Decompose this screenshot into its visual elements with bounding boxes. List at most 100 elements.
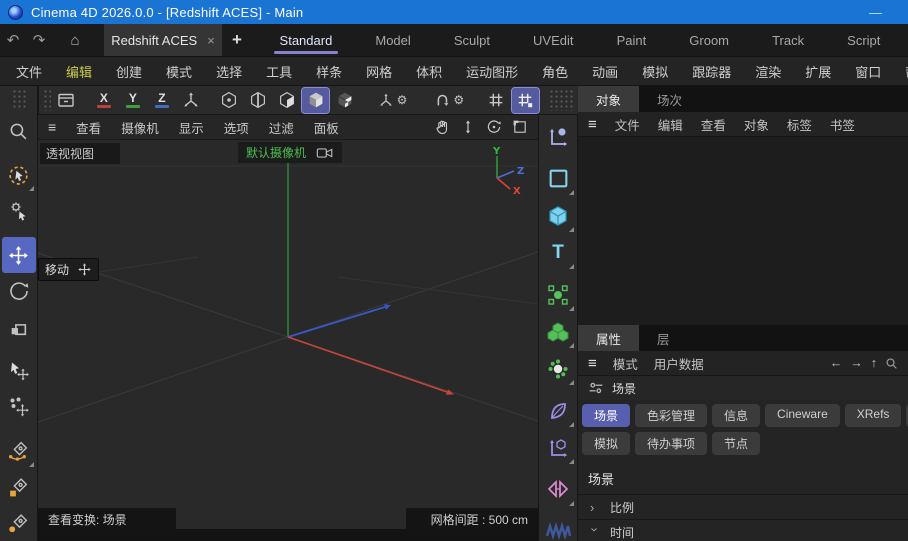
layout-tab-standard[interactable]: Standard bbox=[270, 24, 343, 56]
am-menu-userdata[interactable]: 用户数据 bbox=[654, 354, 704, 373]
menu-extensions[interactable]: 扩展 bbox=[805, 62, 831, 81]
close-icon[interactable]: × bbox=[207, 33, 215, 48]
tab-objects[interactable]: 对象 bbox=[578, 86, 639, 112]
layout-tab-track[interactable]: Track bbox=[762, 24, 814, 56]
world-axis-button[interactable] bbox=[177, 88, 204, 113]
menu-mesh[interactable]: 网格 bbox=[366, 62, 392, 81]
document-tab[interactable]: Redshift ACES × bbox=[104, 24, 222, 56]
layout-tab-paint[interactable]: Paint bbox=[607, 24, 657, 56]
chevron-down-icon[interactable]: › bbox=[588, 527, 603, 537]
pill-scene[interactable]: 场景 bbox=[582, 404, 630, 427]
camera-chip[interactable]: 默认摄像机 bbox=[238, 142, 342, 163]
om-menu-view[interactable]: 查看 bbox=[701, 115, 726, 134]
viewport-menu-filter[interactable]: 过滤 bbox=[269, 118, 294, 137]
om-menu-bookmarks[interactable]: 书签 bbox=[830, 115, 855, 134]
dolly-icon[interactable] bbox=[460, 119, 476, 135]
viewport-menu-panel[interactable]: 面板 bbox=[314, 118, 339, 137]
rotate-tool-button[interactable] bbox=[2, 273, 36, 309]
pan-hand-icon[interactable] bbox=[434, 119, 450, 135]
toolbar-grip[interactable] bbox=[549, 89, 574, 111]
pill-color-management[interactable]: 色彩管理 bbox=[635, 404, 707, 427]
fields-group-button[interactable] bbox=[540, 350, 576, 387]
camera-name-label[interactable]: 默认摄像机 bbox=[246, 144, 306, 161]
spline-group-button[interactable] bbox=[540, 160, 576, 197]
forward-arrow-icon[interactable]: → bbox=[850, 356, 863, 370]
lock-x-axis-button[interactable]: X bbox=[90, 88, 117, 113]
layout-tab-script[interactable]: Script bbox=[837, 24, 890, 56]
viewport-menu-options[interactable]: 选项 bbox=[224, 118, 249, 137]
deformer-group-button[interactable] bbox=[540, 392, 576, 429]
viewport-canvas[interactable]: 透视视图 默认摄像机 Y Z X 移动 bbox=[38, 140, 538, 508]
chevron-right-icon[interactable]: › bbox=[590, 500, 600, 515]
hamburger-icon[interactable]: ≡ bbox=[48, 119, 56, 135]
enable-axis-button[interactable]: ⚙ bbox=[369, 88, 415, 113]
spline-pen-point-tool-button[interactable] bbox=[2, 505, 36, 541]
layout-tab-groom[interactable]: Groom bbox=[679, 24, 739, 56]
undo-button[interactable]: ↶ bbox=[0, 24, 26, 56]
gear-icon[interactable]: ⚙ bbox=[453, 93, 464, 107]
pill-todo[interactable]: 待办事项 bbox=[635, 432, 707, 455]
grid-toggle-button[interactable] bbox=[483, 88, 510, 113]
layout-tab-sculpt[interactable]: Sculpt bbox=[444, 24, 500, 56]
project-box-button[interactable] bbox=[53, 88, 80, 113]
viewport-menu-view[interactable]: 查看 bbox=[76, 118, 101, 137]
menu-window[interactable]: 窗口 bbox=[855, 62, 881, 81]
coordinates-group-button[interactable] bbox=[540, 118, 576, 155]
group-time[interactable]: › 时间 bbox=[578, 520, 908, 541]
tab-attributes[interactable]: 属性 bbox=[578, 325, 639, 351]
lock-z-axis-button[interactable]: Z bbox=[148, 88, 175, 113]
view-name-label[interactable]: 透视视图 bbox=[40, 143, 120, 164]
viewport-menu-cameras[interactable]: 摄像机 bbox=[121, 118, 159, 137]
snap-toggle-button[interactable] bbox=[512, 88, 539, 113]
object-list[interactable] bbox=[578, 137, 908, 325]
menu-create[interactable]: 创建 bbox=[116, 62, 142, 81]
model-mode-button[interactable] bbox=[302, 88, 329, 113]
tab-takes[interactable]: 场次 bbox=[639, 86, 700, 112]
camera-icon[interactable] bbox=[316, 146, 334, 160]
primitive-cube-group-button[interactable] bbox=[540, 197, 576, 234]
menu-character[interactable]: 角色 bbox=[542, 62, 568, 81]
pill-cineware[interactable]: Cineware bbox=[765, 404, 840, 427]
menu-mode[interactable]: 模式 bbox=[166, 62, 192, 81]
live-selection-tool-button[interactable] bbox=[2, 157, 36, 193]
layout-tab-uvedit[interactable]: UVEdit bbox=[523, 24, 583, 56]
symmetry-group-button[interactable] bbox=[540, 471, 576, 508]
maximize-view-icon[interactable] bbox=[512, 119, 528, 135]
home-icon[interactable]: ⌂ bbox=[60, 24, 90, 56]
palette-grip[interactable] bbox=[12, 89, 26, 110]
lock-y-axis-button[interactable]: Y bbox=[119, 88, 146, 113]
menu-select[interactable]: 选择 bbox=[216, 62, 242, 81]
cloner-group-button[interactable] bbox=[540, 276, 576, 313]
selected-object-row[interactable]: 场景 bbox=[578, 376, 908, 400]
text-object-group-button[interactable]: T bbox=[540, 234, 576, 271]
toothed-group-button[interactable] bbox=[540, 513, 576, 541]
menu-tools[interactable]: 工具 bbox=[266, 62, 292, 81]
om-menu-file[interactable]: 文件 bbox=[615, 115, 640, 134]
viewport-panel[interactable]: ≡ 查看 摄像机 显示 选项 过滤 面板 bbox=[38, 115, 538, 530]
scale-tool-button[interactable] bbox=[2, 309, 36, 345]
texture-mode-button[interactable] bbox=[331, 88, 358, 113]
group-scale[interactable]: › 比例 bbox=[578, 495, 908, 520]
hamburger-icon[interactable]: ≡ bbox=[588, 116, 597, 133]
up-arrow-icon[interactable]: ↑ bbox=[871, 356, 877, 370]
tweak-tool-button[interactable] bbox=[2, 193, 36, 229]
menu-edit[interactable]: 编辑 bbox=[66, 62, 92, 81]
menu-simulate[interactable]: 模拟 bbox=[642, 62, 668, 81]
om-menu-tags[interactable]: 标签 bbox=[787, 115, 812, 134]
points-mode-button[interactable] bbox=[215, 88, 242, 113]
menu-spline[interactable]: 样条 bbox=[316, 62, 342, 81]
back-arrow-icon[interactable]: ← bbox=[830, 356, 843, 370]
add-document-button[interactable]: + bbox=[222, 24, 252, 56]
edges-mode-button[interactable] bbox=[244, 88, 271, 113]
om-menu-edit[interactable]: 编辑 bbox=[658, 115, 683, 134]
toolbar-grip[interactable] bbox=[43, 89, 51, 111]
spline-smooth-tool-button[interactable] bbox=[2, 433, 36, 469]
orbit-icon[interactable] bbox=[486, 119, 502, 135]
om-menu-objects[interactable]: 对象 bbox=[744, 115, 769, 134]
menu-mograph[interactable]: 运动图形 bbox=[466, 62, 518, 81]
am-menu-mode[interactable]: 模式 bbox=[613, 354, 638, 373]
menu-volume[interactable]: 体积 bbox=[416, 62, 442, 81]
hamburger-icon[interactable]: ≡ bbox=[588, 355, 597, 372]
pill-simulation[interactable]: 模拟 bbox=[582, 432, 630, 455]
point-move-tool-button[interactable] bbox=[2, 389, 36, 425]
